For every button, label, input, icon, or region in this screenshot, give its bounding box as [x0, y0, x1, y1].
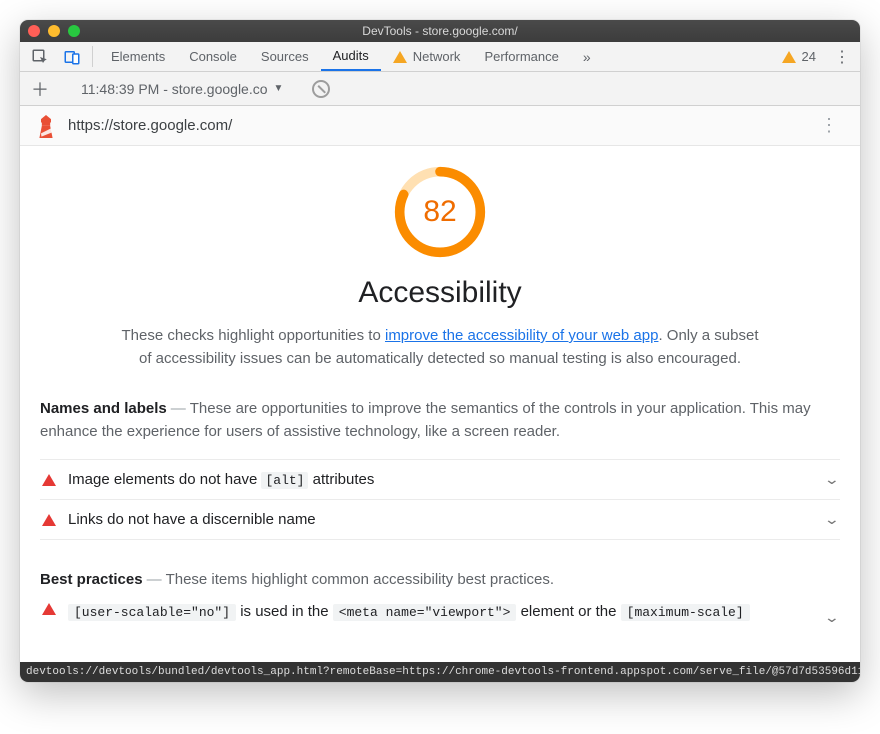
section-names-labels: Names and labels—These are opportunities… — [20, 397, 860, 541]
code-literal: [user-scalable="no"] — [68, 604, 236, 621]
section-desc: These items highlight common accessibili… — [166, 571, 555, 588]
tab-network[interactable]: Network — [381, 42, 473, 71]
status-bar: devtools://devtools/bundled/devtools_app… — [20, 662, 860, 682]
report-body: 82 Accessibility These checks highlight … — [20, 146, 860, 682]
report-menu-button[interactable]: ⋮ — [814, 115, 844, 136]
audit-run-label: 11:48:39 PM - store.google.co — [81, 81, 268, 97]
tab-label: Elements — [111, 49, 165, 64]
warning-count-value: 24 — [802, 49, 816, 64]
desc-text: These checks highlight opportunities to — [121, 327, 385, 344]
fail-icon — [42, 474, 56, 486]
inspect-element-button[interactable] — [26, 42, 54, 71]
devtools-menu-button[interactable]: ⋮ — [830, 42, 854, 71]
tab-audits[interactable]: Audits — [321, 42, 381, 71]
audit-row[interactable]: [user-scalable="no"] is used in the <met… — [40, 591, 840, 626]
code-literal: [maximum-scale] — [621, 604, 750, 621]
audit-title: Links do not have a discernible name — [68, 511, 814, 528]
audit-row[interactable]: Image elements do not have [alt] attribu… — [40, 459, 840, 499]
window-titlebar: DevTools - store.google.com/ — [20, 20, 860, 42]
category-description: These checks highlight opportunities to … — [120, 324, 760, 371]
tab-sources[interactable]: Sources — [249, 42, 321, 71]
code-literal: <meta name="viewport"> — [333, 604, 517, 621]
score-gauge: 82 — [392, 164, 488, 260]
new-audit-button[interactable]: ＋ — [28, 77, 52, 101]
panel-tabs: Elements Console Sources Audits Network … — [99, 42, 571, 71]
audits-toolbar: ＋ 11:48:39 PM - store.google.co ▼ — [20, 72, 860, 106]
devtools-window: DevTools - store.google.com/ Elements Co… — [20, 20, 860, 682]
section-heading: Names and labels—These are opportunities… — [40, 397, 840, 444]
section-title: Best practices — [40, 571, 143, 588]
tab-performance[interactable]: Performance — [472, 42, 570, 71]
tab-label: Audits — [333, 48, 369, 63]
fail-icon — [42, 514, 56, 526]
status-text: devtools://devtools/bundled/devtools_app… — [26, 666, 860, 678]
spacer — [603, 42, 768, 71]
section-best-practices: Best practices—These items highlight com… — [20, 568, 860, 626]
chevron-down-icon: ▼ — [274, 83, 284, 94]
category-title: Accessibility — [20, 276, 860, 310]
report-urlbar: https://store.google.com/ ⋮ — [20, 106, 860, 146]
tab-label: Sources — [261, 49, 309, 64]
report-url: https://store.google.com/ — [68, 117, 802, 134]
tab-label: Console — [189, 49, 237, 64]
section-heading: Best practices—These items highlight com… — [40, 568, 840, 591]
accessibility-docs-link[interactable]: improve the accessibility of your web ap… — [385, 327, 658, 344]
tab-console[interactable]: Console — [177, 42, 249, 71]
code-literal: [alt] — [261, 472, 308, 489]
audit-title: [user-scalable="no"] is used in the <met… — [68, 603, 814, 620]
close-window-button[interactable] — [28, 25, 40, 37]
window-title: DevTools - store.google.com/ — [20, 24, 860, 38]
separator — [92, 46, 93, 67]
minimize-window-button[interactable] — [48, 25, 60, 37]
traffic-lights — [28, 25, 80, 37]
score-section: 82 Accessibility These checks highlight … — [20, 146, 860, 371]
zoom-window-button[interactable] — [68, 25, 80, 37]
clear-audit-button[interactable] — [312, 80, 330, 98]
chevron-down-icon: ⌄ — [824, 471, 840, 488]
audit-title: Image elements do not have [alt] attribu… — [68, 471, 814, 488]
toggle-device-toolbar-button[interactable] — [58, 42, 86, 71]
section-title: Names and labels — [40, 400, 167, 417]
lighthouse-icon — [36, 115, 56, 137]
dash: — — [143, 571, 166, 588]
tab-elements[interactable]: Elements — [99, 42, 177, 71]
dash: — — [167, 400, 190, 417]
warning-icon — [782, 51, 796, 63]
tab-label: Network — [413, 49, 461, 64]
tab-label: Performance — [484, 49, 558, 64]
devtools-tabbar: Elements Console Sources Audits Network … — [20, 42, 860, 72]
audit-run-selector[interactable]: 11:48:39 PM - store.google.co ▼ — [81, 81, 283, 97]
warnings-count[interactable]: 24 — [772, 42, 826, 71]
fail-icon — [42, 603, 56, 615]
warning-icon — [393, 51, 407, 63]
more-tabs-button[interactable]: » — [575, 42, 599, 71]
chevron-down-icon: ⌄ — [824, 609, 840, 626]
audits-list: Image elements do not have [alt] attribu… — [40, 459, 840, 540]
score-value: 82 — [392, 164, 488, 260]
chevron-down-icon: ⌄ — [824, 511, 840, 528]
audit-row[interactable]: Links do not have a discernible name ⌄ — [40, 499, 840, 540]
